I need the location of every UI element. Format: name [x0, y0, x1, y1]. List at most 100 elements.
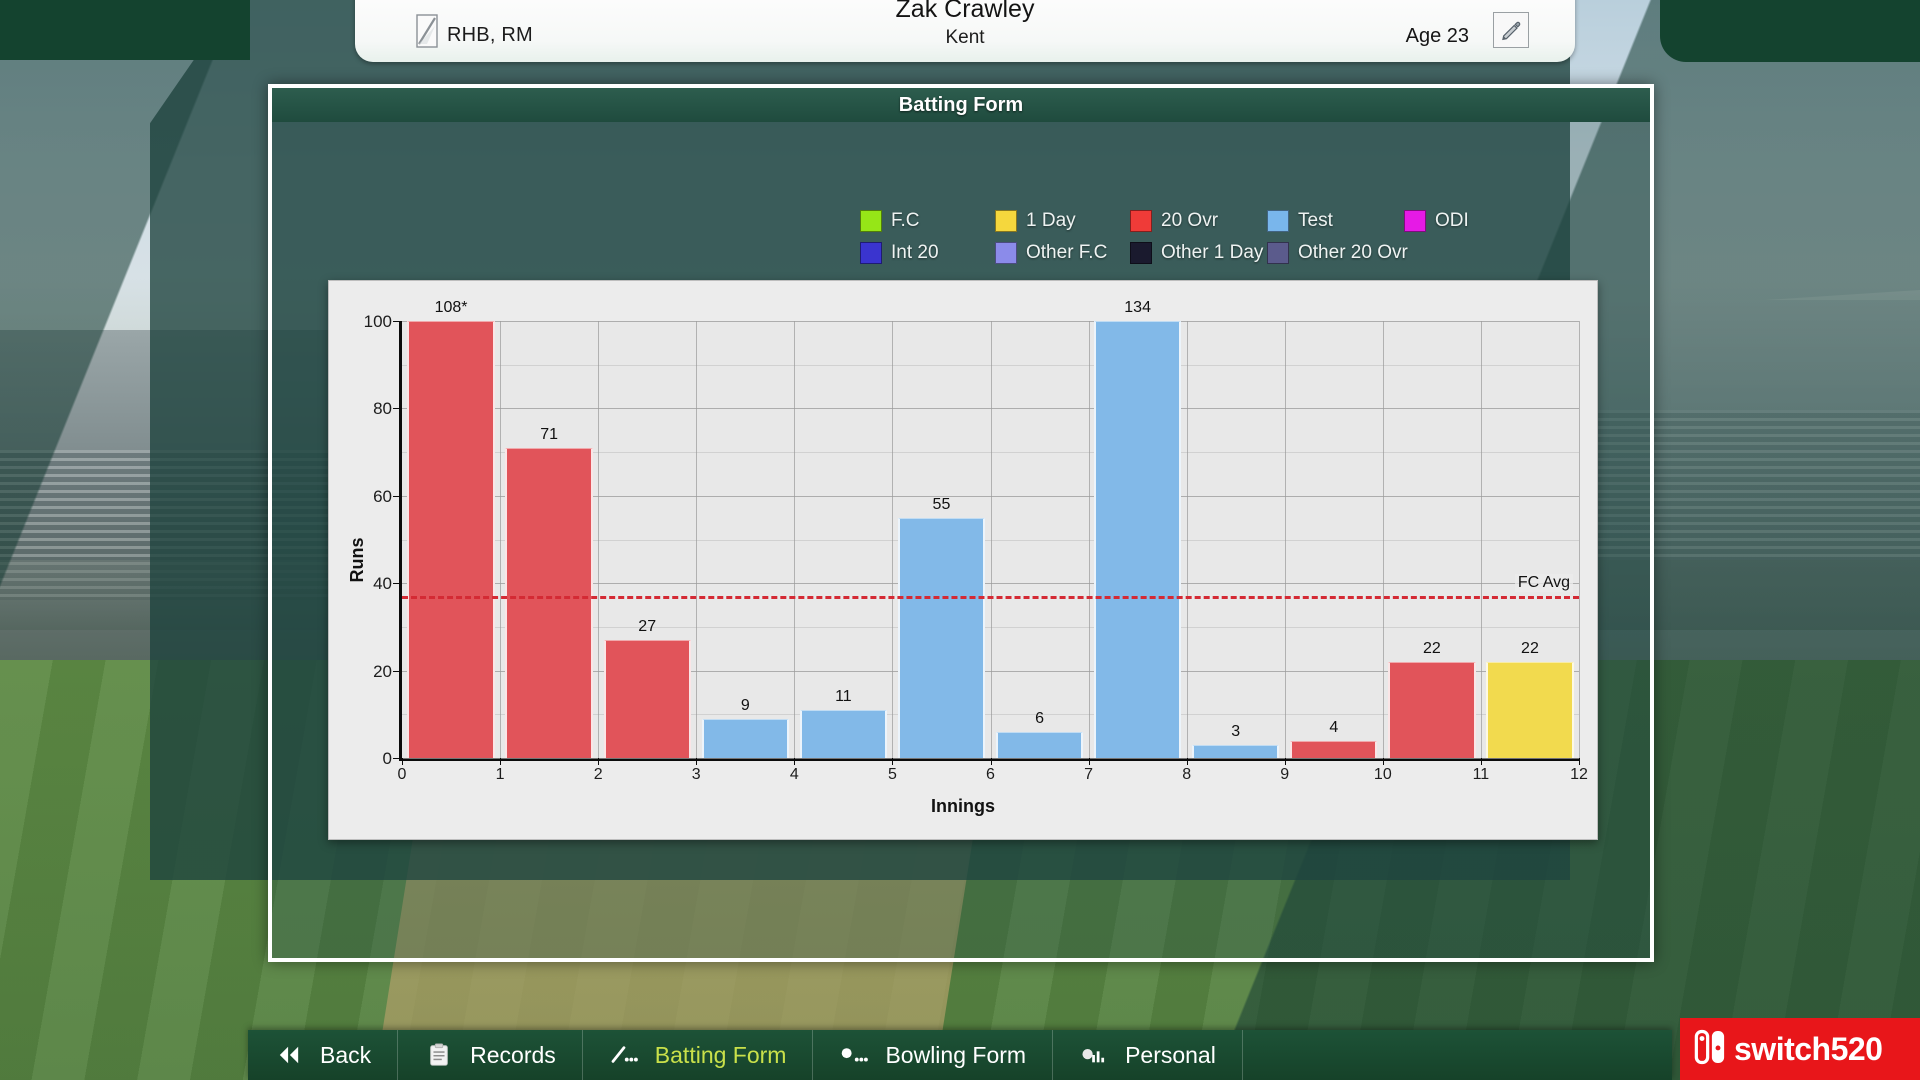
- chart-x-tick-mark: [500, 758, 502, 765]
- nav-label-batting-form: Batting Form: [654, 1041, 787, 1068]
- legend-swatch-odi: [1404, 210, 1426, 232]
- chart-bar: [897, 517, 986, 758]
- chart-x-tick-label: 6: [986, 766, 995, 783]
- chart-x-tick-label: 7: [1084, 766, 1094, 783]
- chart-y-tick-mark: [393, 495, 402, 497]
- chart-bar-value-label: 22: [1521, 639, 1539, 657]
- legend-item-other-fc: Other F.C: [995, 242, 1130, 264]
- chart-bar: [407, 321, 495, 758]
- legend-label-other-1day: Other 1 Day: [1161, 242, 1264, 263]
- chart-plot-area: 0 20 40 60 80 100 0 1 2 3 4 5 6 7 8 9 10 11 12 108* 71 27 9 11 5…: [364, 299, 1588, 783]
- legend-item-test: Test: [1267, 210, 1404, 232]
- chart-x-tick-label: 2: [593, 766, 603, 783]
- bat-stars-icon: [609, 1042, 639, 1068]
- chart-y-tick-label: 20: [373, 661, 392, 681]
- chart-average-line-label: FC Avg: [1514, 574, 1573, 593]
- legend-item-int20: Int 20: [860, 242, 995, 264]
- player-team: Kent: [945, 27, 985, 48]
- nav-item-bowling-form[interactable]: Bowling Form: [813, 1030, 1054, 1080]
- chart-x-tick-label: 1: [495, 766, 505, 783]
- chart-y-tick-mark: [393, 321, 402, 322]
- chart-bar-value-label: 4: [1329, 718, 1339, 736]
- legend-swatch-other-20ovr: [1267, 242, 1289, 264]
- player-header-card: RHB, RM Zak Crawley Kent Age 23: [355, 0, 1575, 62]
- chart-bar-value-label: 11: [835, 687, 852, 705]
- chart-y-tick-label: 40: [373, 574, 392, 594]
- chart-x-axis: 0 1 2 3 4 5 6 7 8 9 10 11 12: [398, 758, 1588, 788]
- chart-bar: [995, 731, 1084, 758]
- legend-swatch-int20: [860, 242, 882, 264]
- chart-y-tick-mark: [393, 583, 402, 585]
- chart-gridline-v: [892, 321, 894, 758]
- chart-x-axis-label: Innings: [931, 796, 995, 816]
- panel-title: Batting Form: [272, 88, 1650, 122]
- chart-gridline-v: [500, 321, 502, 758]
- chart-bar-value-label: 55: [932, 495, 951, 513]
- legend-swatch-fc: [860, 210, 882, 232]
- legend-item-other-1day: Other 1 Day: [1130, 242, 1267, 264]
- legend-label-other-fc: Other F.C: [1026, 242, 1108, 263]
- chart-bar-value-label: 22: [1422, 639, 1441, 657]
- chart-bar: [1486, 661, 1574, 758]
- chart-x-tick-label: 8: [1182, 766, 1192, 783]
- legend-item-fc: F.C: [860, 210, 995, 232]
- player-name: Zak Crawley: [895, 0, 1035, 23]
- chart-bar: [701, 718, 789, 758]
- pencil-edit-icon[interactable]: [1493, 12, 1529, 48]
- bottom-navigation-bar: Back Records Batting Form Bowling Form P…: [248, 1030, 1672, 1080]
- legend-label-1day: 1 Day: [1026, 210, 1076, 231]
- legend-swatch-test: [1267, 210, 1289, 232]
- nav-item-back[interactable]: Back: [248, 1030, 399, 1080]
- nav-label-back: Back: [320, 1041, 372, 1068]
- chart-gridline-v: [1186, 321, 1188, 758]
- chart-x-tick-mark: [1284, 758, 1286, 765]
- chart-x-tick-label: 11: [1472, 766, 1490, 783]
- nav-label-records: Records: [470, 1041, 556, 1068]
- chart-x-tick-label: 5: [887, 766, 897, 783]
- chart-bar: [603, 640, 691, 758]
- nav-item-records[interactable]: Records: [398, 1030, 583, 1080]
- chart-x-tick-label: 3: [691, 766, 701, 783]
- nav-item-personal[interactable]: Personal: [1053, 1030, 1243, 1080]
- chart-x-tick-mark: [1480, 758, 1482, 765]
- chart-gridline-v: [598, 321, 600, 758]
- chart-gridline-v: [794, 321, 796, 758]
- chart-x-tick-mark: [1186, 758, 1188, 765]
- legend-swatch-20ovr: [1130, 210, 1152, 232]
- legend-row-1: F.C 1 Day 20 Ovr Test ODI: [860, 205, 1600, 237]
- legend-swatch-1day: [995, 210, 1017, 232]
- watermark: switch520: [1680, 1018, 1920, 1080]
- chart-bar-value-label: 108*: [434, 299, 468, 316]
- chart-x-tick-mark: [892, 758, 894, 765]
- legend-item-odi: ODI: [1404, 210, 1469, 232]
- watermark-text: switch520: [1734, 1030, 1883, 1067]
- chart-bar-value-label: 6: [1035, 709, 1044, 727]
- chart-x-tick-mark: [1088, 758, 1090, 765]
- chart-bar: [505, 447, 593, 758]
- chart-bar-value-label: 134: [1124, 299, 1151, 316]
- chart-x-tick-mark: [1579, 758, 1580, 765]
- legend-swatch-other-1day: [1130, 242, 1152, 264]
- chart-x-tick-mark: [1382, 758, 1384, 765]
- legend-label-test: Test: [1298, 210, 1333, 231]
- legend-item-other-20ovr: Other 20 Ovr: [1267, 242, 1408, 264]
- game-screen: RHB, RM Zak Crawley Kent Age 23 Batting …: [0, 0, 1920, 1080]
- clipboard-icon: [424, 1042, 454, 1068]
- chart-gridline-v: [1284, 321, 1286, 758]
- legend-label-other-20ovr: Other 20 Ovr: [1298, 242, 1408, 263]
- chart-gridline-v: [1480, 321, 1482, 758]
- batting-form-chart: Runs Innings 0 20 40 60 80 100 0 1 2 3 4 5 6 7 8 9 10 11 1…: [328, 280, 1598, 840]
- chart-bar-value-label: 27: [638, 618, 657, 635]
- chart-x-tick-label: 12: [1570, 766, 1588, 783]
- chart-bar: [1192, 744, 1280, 758]
- chart-y-tick-label: 100: [363, 312, 392, 331]
- header-corner-left: [0, 0, 250, 60]
- legend-item-20ovr: 20 Ovr: [1130, 210, 1267, 232]
- chart-y-tick-mark: [393, 670, 402, 672]
- chart-bar: [1388, 661, 1476, 758]
- chart-gridline-v: [990, 321, 992, 758]
- legend-label-20ovr: 20 Ovr: [1161, 210, 1219, 231]
- chart-x-tick-label: 9: [1280, 766, 1290, 783]
- nav-item-batting-form[interactable]: Batting Form: [583, 1030, 814, 1080]
- chart-x-tick-label: 0: [397, 766, 407, 783]
